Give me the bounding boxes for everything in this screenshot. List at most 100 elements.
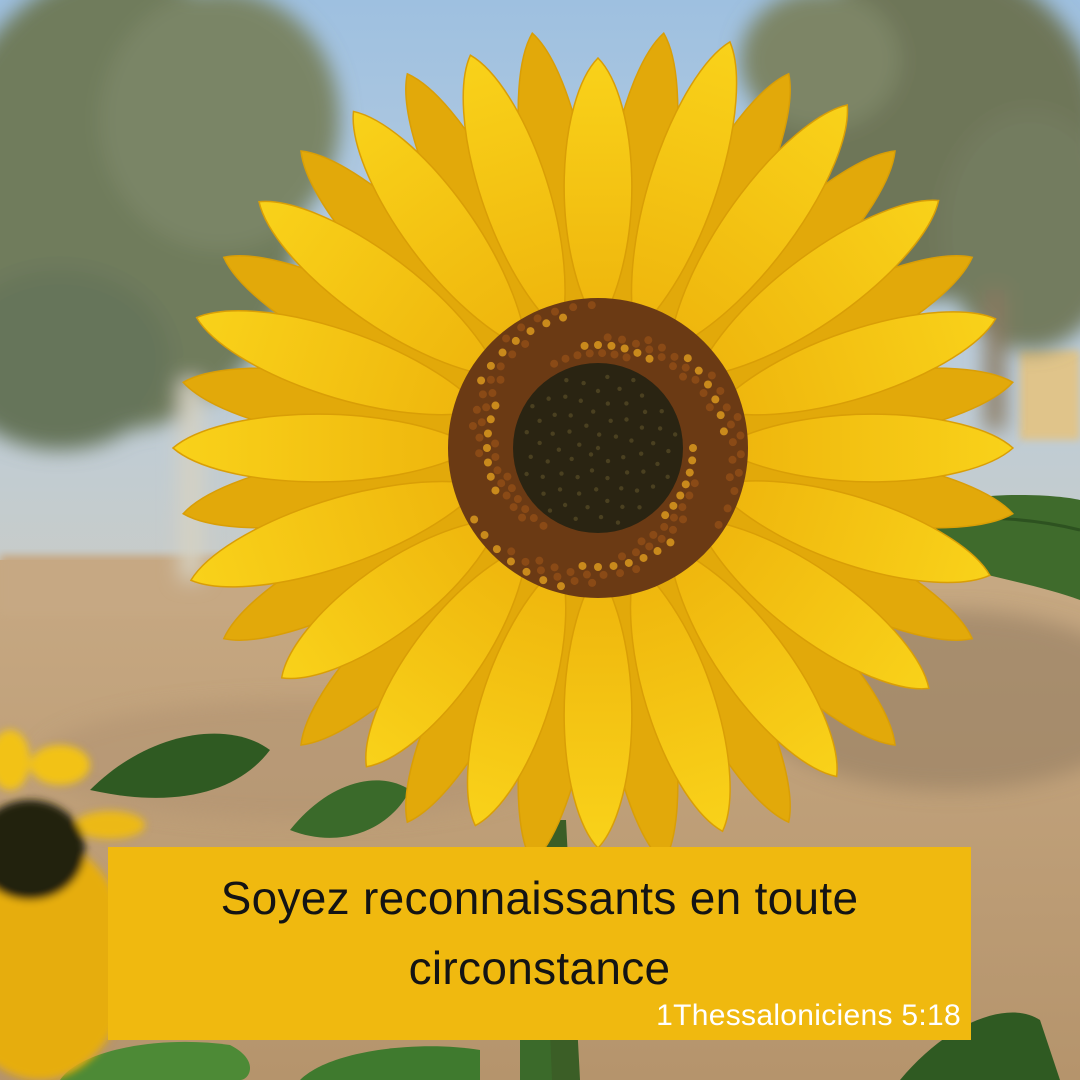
seed bbox=[665, 474, 670, 480]
floret bbox=[477, 376, 486, 385]
seed bbox=[577, 442, 582, 447]
seed bbox=[528, 454, 533, 460]
floret bbox=[542, 319, 551, 328]
seed bbox=[564, 378, 569, 383]
seed bbox=[638, 451, 644, 456]
floret bbox=[679, 372, 688, 381]
floret bbox=[508, 350, 517, 359]
floret bbox=[736, 431, 745, 440]
seed bbox=[598, 514, 604, 520]
sunflower-image: Soyez reconnaissants en toute circonstan… bbox=[0, 0, 1080, 1080]
floret bbox=[609, 561, 618, 570]
floret bbox=[535, 556, 544, 565]
floret bbox=[666, 538, 675, 547]
floret bbox=[521, 557, 530, 566]
seed bbox=[624, 417, 629, 422]
floret bbox=[730, 487, 739, 496]
seed bbox=[605, 498, 610, 504]
floret bbox=[653, 547, 662, 556]
seed bbox=[629, 438, 634, 443]
floret bbox=[582, 570, 591, 579]
seed bbox=[659, 409, 664, 414]
floret bbox=[569, 303, 578, 312]
floret bbox=[669, 513, 678, 522]
floret bbox=[660, 522, 669, 531]
floret bbox=[550, 359, 559, 368]
seed bbox=[620, 504, 625, 510]
seed bbox=[650, 484, 656, 489]
seed bbox=[584, 423, 589, 428]
seed bbox=[556, 447, 562, 452]
floret bbox=[624, 558, 633, 567]
seed bbox=[530, 404, 535, 409]
seed bbox=[581, 380, 586, 386]
floret bbox=[691, 375, 700, 384]
seed bbox=[550, 431, 555, 436]
seed bbox=[576, 491, 582, 496]
floret bbox=[587, 301, 596, 310]
floret bbox=[502, 334, 511, 343]
floret bbox=[603, 333, 612, 342]
floret bbox=[561, 354, 570, 363]
floret bbox=[661, 511, 670, 520]
seed bbox=[589, 468, 595, 473]
seed bbox=[641, 469, 646, 474]
floret bbox=[578, 561, 587, 570]
floret bbox=[694, 366, 703, 375]
floret bbox=[486, 375, 495, 384]
floret bbox=[521, 505, 530, 514]
floret bbox=[486, 415, 495, 424]
floret bbox=[679, 515, 688, 524]
seed bbox=[605, 374, 610, 380]
floret bbox=[497, 479, 506, 488]
seed bbox=[624, 401, 629, 406]
floret bbox=[633, 348, 642, 357]
floret bbox=[491, 486, 500, 495]
floret bbox=[559, 313, 568, 322]
floret bbox=[683, 354, 692, 363]
seed bbox=[631, 377, 636, 383]
seed bbox=[569, 456, 574, 462]
floret bbox=[618, 552, 627, 561]
floret bbox=[657, 353, 666, 362]
seed bbox=[608, 418, 613, 423]
seed bbox=[540, 474, 545, 479]
floret bbox=[734, 468, 743, 477]
floret bbox=[676, 491, 685, 500]
seed bbox=[562, 502, 568, 508]
floret bbox=[616, 569, 625, 578]
floret bbox=[723, 504, 732, 513]
floret bbox=[685, 491, 694, 500]
seed bbox=[595, 388, 601, 394]
seed bbox=[568, 413, 573, 418]
floret bbox=[657, 343, 666, 352]
seed bbox=[537, 418, 542, 423]
seed bbox=[672, 432, 678, 437]
floret bbox=[470, 515, 479, 524]
seed bbox=[559, 471, 564, 476]
floret bbox=[526, 327, 535, 336]
floret bbox=[670, 352, 679, 361]
seed bbox=[595, 445, 601, 451]
floret bbox=[610, 350, 619, 359]
floret bbox=[705, 403, 714, 412]
floret bbox=[719, 427, 728, 436]
floret bbox=[707, 371, 716, 380]
seed bbox=[605, 458, 611, 464]
seed bbox=[596, 432, 602, 437]
floret bbox=[668, 525, 677, 534]
floret bbox=[681, 363, 690, 372]
floret bbox=[733, 413, 742, 422]
quote-text: Soyez reconnaissants en toute circonstan… bbox=[108, 863, 971, 1003]
bible-reference: 1Thessaloniciens 5:18 bbox=[656, 999, 961, 1032]
floret bbox=[689, 444, 697, 452]
floret bbox=[480, 531, 489, 540]
seed bbox=[657, 426, 663, 431]
floret bbox=[491, 439, 500, 448]
floret bbox=[618, 335, 627, 344]
floret bbox=[637, 537, 646, 546]
seed bbox=[613, 434, 619, 439]
floret bbox=[645, 345, 654, 354]
floret bbox=[594, 563, 602, 571]
seed bbox=[637, 505, 642, 510]
